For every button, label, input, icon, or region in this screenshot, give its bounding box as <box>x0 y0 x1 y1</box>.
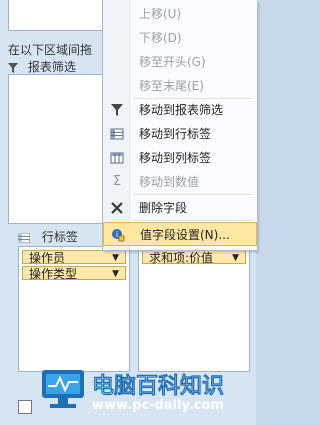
values-field-sum-value[interactable]: 求和项:价值 ▼ <box>142 250 246 265</box>
filter-icon <box>8 62 18 73</box>
watermark-logo: 电脑百科知识 www.pc-daily.com <box>40 368 250 418</box>
menu-item-move-to-row-labels[interactable]: 移动到行标签 <box>103 122 257 146</box>
menu-item-remove-field[interactable]: 删除字段 <box>103 196 257 220</box>
watermark-url: www.pc-daily.com <box>92 398 224 413</box>
row-field-operator[interactable]: 操作员 ▼ <box>22 250 126 265</box>
menu-item-value-field-settings[interactable]: i 值字段设置(N)... <box>103 222 257 246</box>
field-context-menu: 上移(U) 下移(D) 移至开头(G) 移至末尾(E) 移动到报表筛选 移动到行… <box>102 0 257 251</box>
menu-separator <box>133 220 253 221</box>
row-labels-heading: 行标签 <box>17 228 78 245</box>
chevron-down-icon: ▼ <box>112 269 119 279</box>
report-filter-label: 报表筛选 <box>27 60 76 74</box>
svg-text:i: i <box>116 230 118 239</box>
defer-layout-update-checkbox[interactable] <box>18 400 32 414</box>
row-labels-icon <box>17 232 31 243</box>
menu-item-move-down[interactable]: 下移(D) <box>103 26 257 50</box>
delete-x-icon <box>111 202 123 214</box>
row-field-operation-type[interactable]: 操作类型 ▼ <box>22 266 126 281</box>
watermark-title: 电脑百科知识 <box>92 374 225 400</box>
drag-areas-heading: 在以下区域间拖 <box>8 43 93 57</box>
chevron-down-icon: ▼ <box>232 253 239 263</box>
menu-item-move-up[interactable]: 上移(U) <box>103 2 257 26</box>
menu-item-move-to-beginning[interactable]: 移至开头(G) <box>103 50 257 74</box>
report-filter-heading: 报表筛选 <box>8 58 76 75</box>
column-labels-icon <box>110 152 124 164</box>
menu-item-move-to-report-filter[interactable]: 移动到报表筛选 <box>103 98 257 122</box>
menu-separator <box>133 194 253 195</box>
monitor-logo-icon <box>42 370 84 408</box>
chevron-down-icon: ▼ <box>112 253 119 263</box>
row-labels-icon <box>110 128 124 140</box>
menu-item-move-to-end[interactable]: 移至末尾(E) <box>103 74 257 98</box>
sigma-icon: Σ <box>112 174 122 189</box>
filter-icon <box>111 104 123 116</box>
row-labels-label: 行标签 <box>41 230 78 244</box>
menu-item-move-to-values[interactable]: Σ 移动到数值 <box>103 170 257 194</box>
value-field-settings-icon: i <box>112 229 125 242</box>
menu-item-move-to-column-labels[interactable]: 移动到列标签 <box>103 146 257 170</box>
